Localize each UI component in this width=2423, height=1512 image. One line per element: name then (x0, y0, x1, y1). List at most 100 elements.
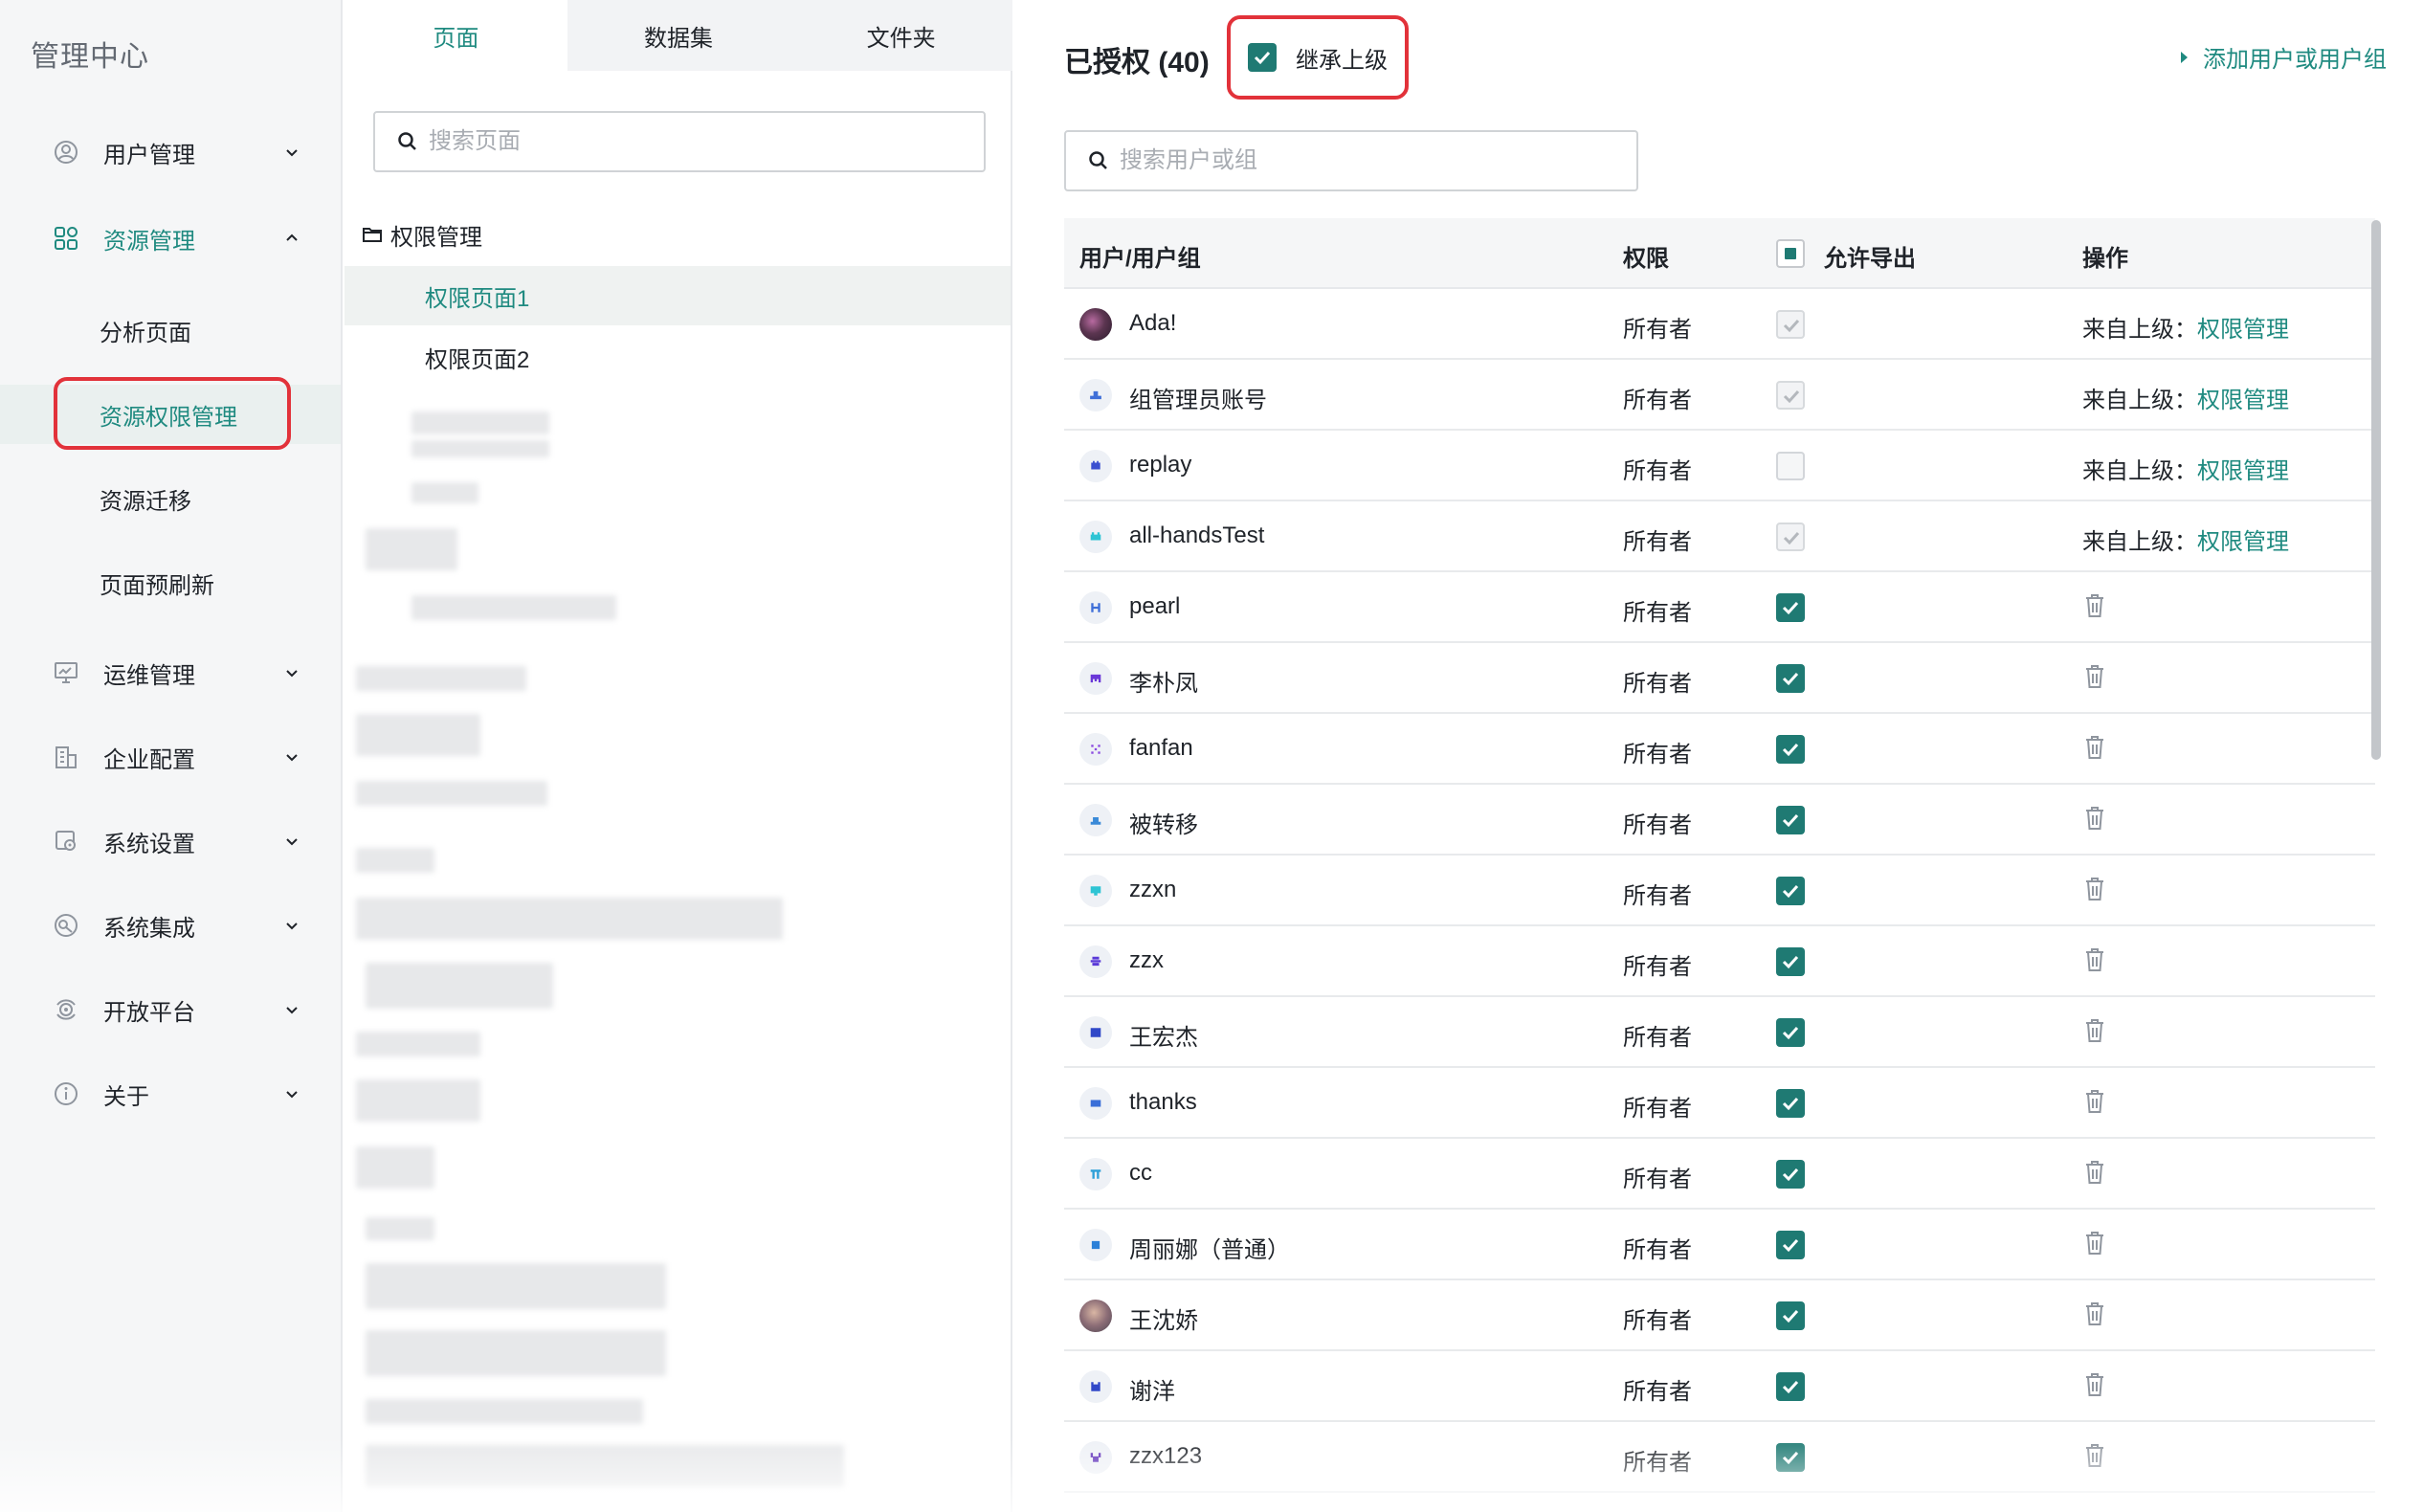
inherited-from-link[interactable]: 权限管理 (2197, 529, 2289, 555)
export-checkbox[interactable] (1776, 1443, 1805, 1477)
inherited-from: 来自上级：权限管理 (2082, 452, 2289, 485)
column-header-export: 允许导出 (1824, 246, 1916, 272)
export-checkbox[interactable] (1776, 1372, 1805, 1406)
delete-icon[interactable] (2084, 1443, 2105, 1468)
user-name: 周丽娜（普通） (1129, 1237, 1290, 1263)
permission-value: 所有者 (1623, 388, 1692, 413)
delete-icon[interactable] (2084, 735, 2105, 760)
delete-icon[interactable] (2084, 1372, 2105, 1397)
nav-sub-item-analysis-page[interactable]: 分析页面 (0, 300, 341, 360)
check-icon (1783, 389, 1800, 404)
permission-value: 所有者 (1623, 1237, 1692, 1263)
permission-value: 所有者 (1623, 812, 1692, 838)
tab-pages[interactable]: 页面 (345, 0, 567, 71)
nav-item-about[interactable]: 关于 (0, 1064, 341, 1123)
tree-page-node[interactable]: 权限页面2 (345, 327, 1011, 387)
checkbox-disabled-checked (1776, 381, 1805, 410)
redacted-tree-item (366, 1399, 643, 1424)
delete-icon[interactable] (2084, 664, 2105, 689)
check-icon (1782, 1451, 1799, 1465)
delete-icon[interactable] (2084, 877, 2105, 901)
avatar (1079, 945, 1112, 978)
tree-folder-node[interactable]: 权限管理 (345, 205, 1011, 264)
nav-sub-item-resource-permission[interactable]: 资源权限管理 (0, 385, 341, 444)
nav-item-ops-management[interactable]: 运维管理 (0, 643, 341, 702)
caret-right-icon (2181, 51, 2188, 63)
tab-folders[interactable]: 文件夹 (789, 0, 1013, 71)
chevron-down-icon (286, 1091, 298, 1099)
delete-icon[interactable] (2084, 593, 2105, 618)
permission-value: 所有者 (1623, 671, 1692, 697)
redacted-tree-item (356, 848, 434, 873)
user-search-input[interactable] (1120, 142, 1617, 180)
check-icon (1782, 1309, 1799, 1323)
table-row: cc 所有者 (1064, 1139, 2375, 1210)
user-name: zzxn (1129, 877, 1177, 902)
check-icon (1782, 813, 1799, 828)
delete-icon[interactable] (2084, 1301, 2105, 1326)
tree-page-node[interactable]: 权限页面1 (345, 266, 1011, 325)
avatar (1079, 379, 1112, 411)
table-row: 王沈娇 所有者 (1064, 1280, 2375, 1351)
nav-item-resource-management[interactable]: 资源管理 (0, 209, 341, 268)
redacted-tree-item (366, 528, 457, 570)
tab-datasets[interactable]: 数据集 (567, 0, 790, 71)
export-checkbox (1776, 381, 1805, 414)
nav-item-system-integration[interactable]: 系统集成 (0, 896, 341, 955)
search-icon (1089, 151, 1107, 169)
permission-value: 所有者 (1623, 458, 1692, 484)
inherit-parent-toggle[interactable]: 继承上级 (1248, 38, 1388, 77)
export-checkbox[interactable] (1776, 806, 1805, 839)
user-name: zzx (1129, 947, 1164, 973)
export-checkbox[interactable] (1776, 664, 1805, 698)
nav-item-enterprise-config[interactable]: 企业配置 (0, 727, 341, 787)
checkbox-checked (1776, 1231, 1805, 1259)
redacted-tree-item (356, 666, 526, 691)
inherit-checkbox[interactable] (1248, 43, 1277, 72)
export-checkbox[interactable] (1776, 877, 1805, 910)
inherited-from-link[interactable]: 权限管理 (2197, 317, 2289, 343)
check-icon (1782, 672, 1799, 686)
nav-label: 用户管理 (103, 142, 195, 168)
inherited-from-link[interactable]: 权限管理 (2197, 388, 2289, 413)
delete-icon[interactable] (2084, 1089, 2105, 1114)
export-checkbox[interactable] (1776, 1089, 1805, 1123)
nav-item-open-platform[interactable]: 开放平台 (0, 980, 341, 1039)
nav-label: 系统集成 (103, 915, 195, 942)
table-row: 周丽娜（普通） 所有者 (1064, 1210, 2375, 1280)
nav-item-system-settings[interactable]: 系统设置 (0, 812, 341, 871)
redacted-tree-item (366, 1217, 434, 1240)
check-icon (1783, 531, 1800, 545)
delete-icon[interactable] (2084, 947, 2105, 972)
nav-sub-item-page-prefresh[interactable]: 页面预刷新 (0, 553, 341, 612)
inherited-from-link[interactable]: 权限管理 (2197, 458, 2289, 484)
nav-item-user-management[interactable]: 用户管理 (0, 122, 341, 182)
user-name: 组管理员账号 (1129, 388, 1267, 413)
user-name: 李朴凤 (1129, 671, 1198, 697)
export-checkbox[interactable] (1776, 1231, 1805, 1264)
add-user-or-group-link[interactable]: 添加用户或用户组 (2181, 40, 2387, 74)
delete-icon[interactable] (2084, 1160, 2105, 1185)
select-all-export-checkbox[interactable] (1776, 239, 1805, 273)
checkbox-checked (1776, 664, 1805, 693)
export-checkbox[interactable] (1776, 593, 1805, 627)
export-checkbox[interactable] (1776, 1301, 1805, 1335)
table-row: fanfan 所有者 (1064, 714, 2375, 785)
delete-icon[interactable] (2084, 806, 2105, 831)
export-checkbox[interactable] (1776, 1018, 1805, 1052)
app-title: 管理中心 (31, 41, 149, 73)
table-scrollbar[interactable] (2371, 220, 2381, 760)
inherited-from-prefix: 来自上级： (2082, 458, 2197, 484)
authorized-count-title: 已授权 (40) (1064, 47, 1210, 78)
page-search-input[interactable] (429, 122, 965, 161)
export-checkbox (1776, 310, 1805, 344)
export-checkbox[interactable] (1776, 1160, 1805, 1193)
table-row: 李朴凤 所有者 (1064, 643, 2375, 714)
delete-icon[interactable] (2084, 1231, 2105, 1256)
nav-sub-item-resource-migration[interactable]: 资源迁移 (0, 469, 341, 528)
export-checkbox[interactable] (1776, 735, 1805, 768)
redacted-tree-item (356, 898, 783, 940)
delete-icon[interactable] (2084, 1018, 2105, 1043)
checkbox-checked (1776, 1089, 1805, 1118)
export-checkbox[interactable] (1776, 947, 1805, 981)
